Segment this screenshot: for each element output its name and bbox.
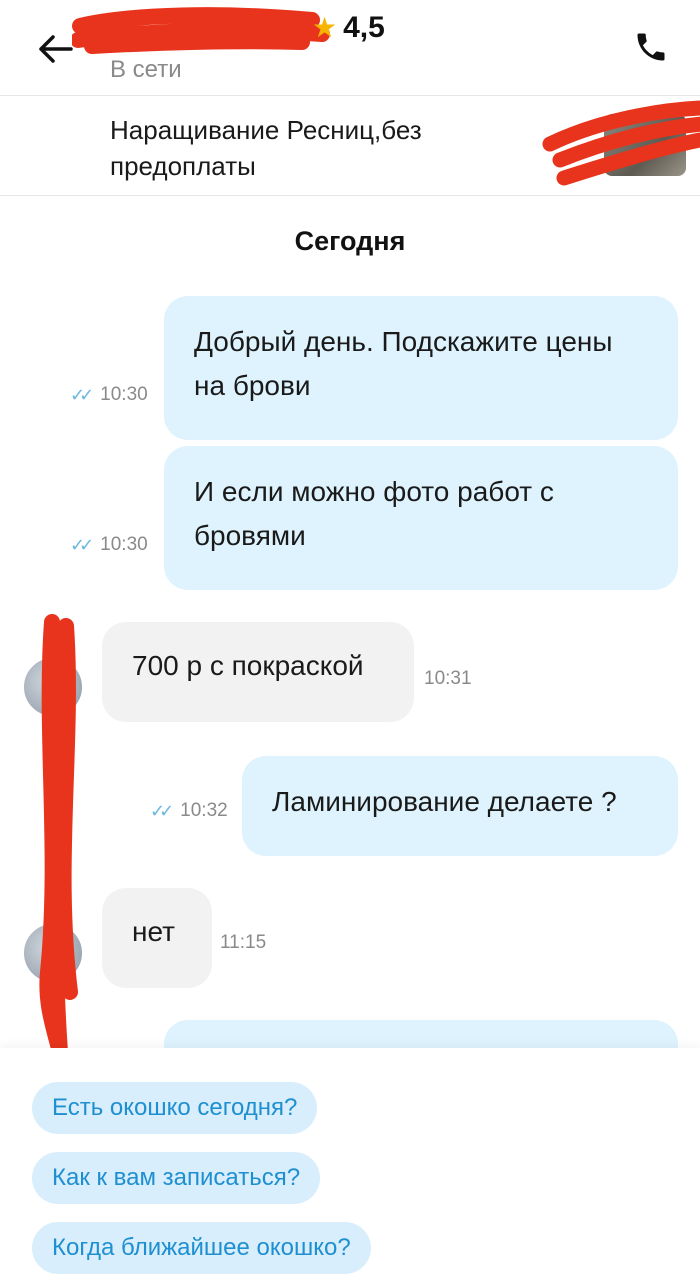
message-time: 10:31 [424,668,472,689]
message-time: 10:30 [100,534,148,555]
message-text: нет [132,916,175,947]
redaction-scribble [39,614,78,1080]
message-meta: ✓✓ 10:32 [150,800,228,822]
message-text: И если можно фото работ с бровями [194,476,554,551]
outgoing-message[interactable]: Добрый день. Подскажите цены на брови [164,296,678,440]
chat-screen: ★ 4,5 В сети Наращивание Ресниц,без пред… [0,0,700,1284]
read-receipt-icon: ✓✓ [70,384,94,405]
read-receipt-icon: ✓✓ [150,800,174,821]
message-text: Ламинирование делаете ? [272,786,617,817]
quick-reply-chip[interactable]: Есть окошко сегодня? [32,1082,318,1134]
quick-replies: Есть окошко сегодня? Как к вам записатьс… [0,1048,700,1284]
ad-title[interactable]: Наращивание Ресниц,без предоплаты [110,112,510,184]
redaction-scribble [542,100,700,186]
outgoing-message[interactable]: И если можно фото работ с бровями [164,446,678,590]
phone-icon [637,33,665,61]
quick-reply-chip[interactable]: Как к вам записаться? [32,1152,321,1204]
message-time: 11:15 [220,932,267,953]
seller-rating: ★ 4,5 [312,12,385,44]
incoming-message[interactable]: 700 р с покраской [102,622,414,722]
message-meta: 10:31 [424,668,472,690]
redaction-scribble [72,7,330,54]
outgoing-message[interactable] [164,1020,678,1048]
message-text: 700 р с покраской [132,650,364,681]
message-time: 10:30 [100,384,148,405]
arrow-left-icon [39,35,73,63]
quick-reply-chip[interactable]: Когда ближайшее окошко? [32,1222,371,1274]
message-text: Добрый день. Подскажите цены на брови [194,326,613,401]
call-button[interactable] [626,22,676,72]
message-list: Сегодня Добрый день. Подскажите цены на … [0,196,700,1048]
online-status: В сети [110,56,182,83]
read-receipt-icon: ✓✓ [70,534,94,555]
message-meta: ✓✓ 10:30 [70,384,148,406]
rating-value: 4,5 [343,11,385,44]
chat-header: ★ 4,5 В сети [0,0,700,96]
outgoing-message[interactable]: Ламинирование делаете ? [242,756,678,856]
incoming-message[interactable]: нет [102,888,212,988]
message-time: 10:32 [180,800,228,821]
star-icon: ★ [312,12,338,43]
message-meta: ✓✓ 10:30 [70,534,148,556]
message-meta: 11:15 [220,932,266,954]
date-separator: Сегодня [294,226,406,256]
